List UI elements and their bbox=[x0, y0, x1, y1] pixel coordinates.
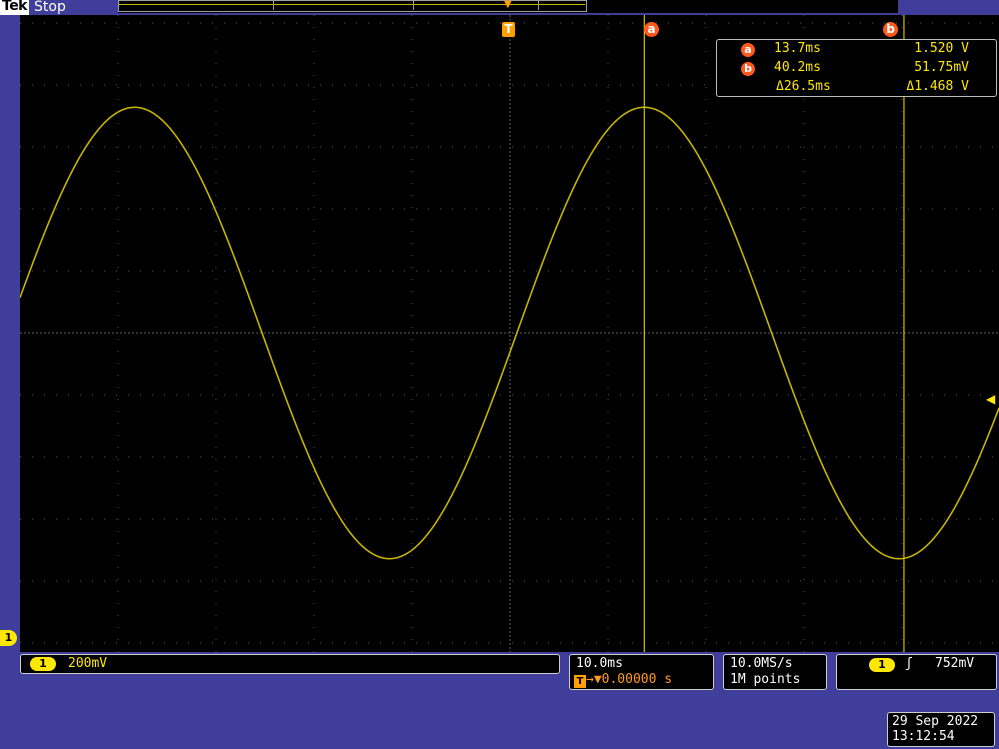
trigger-source-badge: 1 bbox=[869, 658, 895, 672]
trigger-marker[interactable]: T bbox=[502, 22, 515, 37]
horizontal-scale: 10.0ms bbox=[576, 656, 623, 671]
cursor-a-time: 13.7ms bbox=[774, 41, 821, 56]
cursor-a-marker[interactable]: a bbox=[644, 22, 659, 37]
cursor-a-row: a 13.7ms 1.520 V bbox=[717, 41, 996, 59]
channel-1-badge: 1 bbox=[30, 657, 56, 671]
acquisition-panel[interactable]: 10.0MS/s 1M points bbox=[723, 654, 827, 690]
trigger-icon: T bbox=[574, 675, 586, 688]
cursor-b-marker[interactable]: b bbox=[883, 22, 898, 37]
record-divider bbox=[413, 0, 414, 10]
horizontal-position: T →▼0.00000 s bbox=[574, 672, 672, 688]
cursor-delta-value: Δ1.468 V bbox=[906, 79, 969, 94]
channel-1-ground-marker[interactable]: 1 bbox=[0, 630, 17, 646]
record-view-window[interactable] bbox=[118, 0, 587, 12]
top-status-bar: Tek Stop bbox=[0, 0, 999, 16]
acquisition-status: Stop bbox=[34, 0, 66, 15]
record-length: 1M points bbox=[730, 672, 801, 687]
trigger-position-arrow-icon: ▼ bbox=[504, 0, 512, 10]
cursor-delta-time: Δ26.5ms bbox=[776, 79, 831, 94]
trigger-level: 752mV bbox=[935, 656, 975, 671]
waveform-display[interactable] bbox=[20, 15, 999, 652]
time: 13:12:54 bbox=[892, 729, 955, 744]
date-time-display: 29 Sep 2022 13:12:54 bbox=[887, 712, 995, 747]
cursor-b-row: b 40.2ms 51.75mV bbox=[717, 60, 996, 78]
horizontal-position-value: →▼0.00000 s bbox=[586, 672, 673, 687]
cursor-delta-row: Δ26.5ms Δ1.468 V bbox=[717, 79, 996, 97]
cursor-b-time: 40.2ms bbox=[774, 60, 821, 75]
cursor-b-badge: b bbox=[741, 62, 755, 76]
rising-edge-icon: ʃ bbox=[905, 656, 913, 671]
cursor-b-value: 51.75mV bbox=[914, 60, 969, 75]
graticule-svg bbox=[20, 15, 999, 652]
record-trace-line bbox=[118, 4, 585, 5]
trigger-level-arrow-icon[interactable]: ◀ bbox=[986, 393, 995, 405]
channel-1-scale-panel[interactable]: 1 200mV bbox=[20, 654, 560, 674]
channel-1-scale: 200mV bbox=[68, 656, 108, 671]
cursor-a-badge: a bbox=[741, 43, 755, 57]
cursor-a-value: 1.520 V bbox=[914, 41, 969, 56]
sample-rate: 10.0MS/s bbox=[730, 656, 793, 671]
record-divider bbox=[273, 0, 274, 10]
trigger-panel[interactable]: 1 ʃ 752mV bbox=[836, 654, 997, 690]
cursor-readout: a 13.7ms 1.520 V b 40.2ms 51.75mV Δ26.5m… bbox=[716, 39, 997, 97]
horizontal-panel[interactable]: 10.0ms T →▼0.00000 s bbox=[569, 654, 714, 690]
graticule-grid bbox=[20, 15, 999, 652]
brand-logo: Tek bbox=[0, 0, 29, 15]
date: 29 Sep 2022 bbox=[892, 714, 979, 729]
record-divider bbox=[538, 0, 539, 10]
